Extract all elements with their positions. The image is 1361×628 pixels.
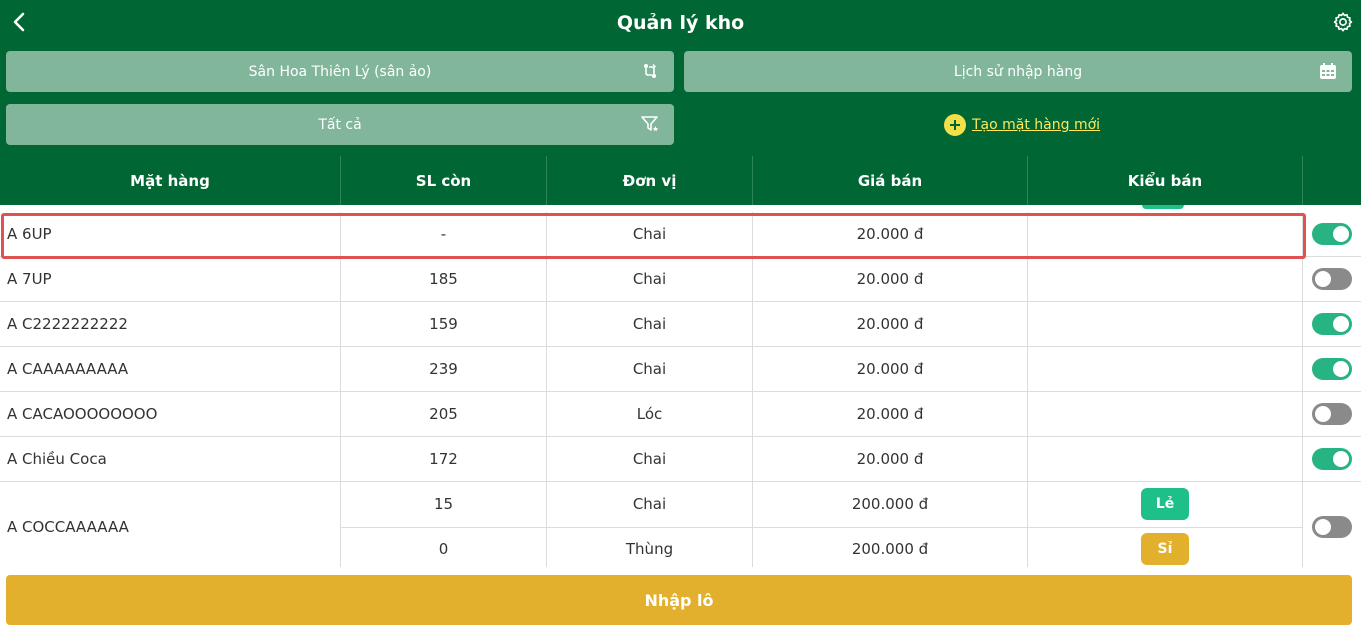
price-cell: 20.000 đ <box>753 392 1028 436</box>
active-toggle[interactable] <box>1312 358 1352 380</box>
sale-type-cell <box>1028 212 1303 256</box>
import-history-button[interactable]: Lịch sử nhập hàng <box>684 51 1352 92</box>
unit-cell: Chai <box>547 437 753 481</box>
scrolled-badge-fragment <box>1142 205 1184 209</box>
status-cell <box>1303 212 1361 256</box>
quantity-cell: 185 <box>341 257 547 301</box>
toggle-knob <box>1333 226 1349 242</box>
toggle-knob <box>1333 451 1349 467</box>
active-toggle[interactable] <box>1312 223 1352 245</box>
sale-type-cell: Lẻ <box>1028 482 1303 527</box>
table-row[interactable]: A Chiều Coca 172 Chai 20.000 đ <box>0 437 1361 482</box>
table-row[interactable]: A 7UP 185 Chai 20.000 đ <box>0 257 1361 302</box>
status-cell <box>1303 347 1361 391</box>
table-header: Mặt hàng SL còn Đơn vị Giá bán Kiểu bán <box>0 156 1361 205</box>
quantity-cell: 172 <box>341 437 547 481</box>
category-filter[interactable]: Tất cả <box>6 104 674 145</box>
sale-type-cell <box>1028 347 1303 391</box>
import-history-label: Lịch sử nhập hàng <box>953 63 1083 80</box>
unit-cell: Lóc <box>547 392 753 436</box>
item-name: A COCCAAAAAA <box>0 482 341 567</box>
table-row[interactable]: A CACAOOOOOOOO 205 Lóc 20.000 đ <box>0 392 1361 437</box>
unit-cell: Chai <box>547 257 753 301</box>
quantity-cell: 159 <box>341 302 547 346</box>
quantity-cell: 0 <box>341 527 547 567</box>
quantity-cell: 205 <box>341 392 547 436</box>
sale-type-badge-wholesale: Sỉ <box>1141 533 1189 566</box>
column-header-quantity: SL còn <box>341 156 547 205</box>
price-cell: 20.000 đ <box>753 212 1028 256</box>
create-item-button[interactable]: Tạo mặt hàng mới <box>944 113 1100 137</box>
settings-button[interactable] <box>1329 8 1357 36</box>
plus-circle-icon <box>944 114 966 136</box>
column-header-sale-type: Kiểu bán <box>1028 156 1303 205</box>
active-toggle[interactable] <box>1312 313 1352 335</box>
sale-type-cell <box>1028 302 1303 346</box>
status-cell <box>1303 302 1361 346</box>
import-batch-button[interactable]: Nhập lô <box>6 575 1352 625</box>
toggle-knob <box>1315 518 1331 535</box>
variant-list: 15 Chai 200.000 đ Lẻ 0 Thùng 200.000 đ S… <box>341 482 1303 567</box>
variant-row: 15 Chai 200.000 đ Lẻ <box>341 482 1303 527</box>
unit-cell: Chai <box>547 482 753 527</box>
gear-icon <box>1333 12 1353 32</box>
status-cell <box>1303 257 1361 301</box>
active-toggle[interactable] <box>1312 268 1352 290</box>
sale-type-cell <box>1028 392 1303 436</box>
page-title: Quản lý kho <box>616 12 745 34</box>
table-row[interactable]: A COCCAAAAAA 15 Chai 200.000 đ Lẻ 0 Thùn… <box>0 482 1361 567</box>
sale-type-cell <box>1028 437 1303 481</box>
item-name: A CACAOOOOOOOO <box>0 392 341 436</box>
price-cell: 200.000 đ <box>753 527 1028 567</box>
unit-cell: Chai <box>547 347 753 391</box>
price-cell: 20.000 đ <box>753 257 1028 301</box>
swap-icon <box>644 64 656 78</box>
item-name: A 7UP <box>0 257 341 301</box>
filter-icon <box>641 116 659 132</box>
table-row[interactable]: A C2222222222 159 Chai 20.000 đ <box>0 302 1361 347</box>
toggle-knob <box>1315 406 1331 422</box>
column-header-price: Giá bán <box>753 156 1028 205</box>
status-cell <box>1303 437 1361 481</box>
column-header-status <box>1303 156 1361 205</box>
sale-type-cell <box>1028 257 1303 301</box>
column-header-unit: Đơn vị <box>547 156 753 205</box>
sale-type-cell: Sỉ <box>1028 527 1303 567</box>
active-toggle[interactable] <box>1312 515 1352 538</box>
table-body[interactable]: A 6UP - Chai 20.000 đA 7UP 185 Chai 20.000 đA … <box>0 212 1361 567</box>
calendar-icon <box>1320 63 1336 79</box>
toggle-knob <box>1315 271 1331 287</box>
create-item-label: Tạo mặt hàng mới <box>972 117 1101 133</box>
item-name: A CAAAAAAAAA <box>0 347 341 391</box>
table-row[interactable]: A 6UP - Chai 20.000 đ <box>0 212 1361 257</box>
price-cell: 20.000 đ <box>753 437 1028 481</box>
toggle-knob <box>1333 316 1349 332</box>
price-cell: 200.000 đ <box>753 482 1028 527</box>
top-bar: Quản lý kho Sân Hoa Thiên Lý (sân ảo) Lị… <box>0 0 1361 156</box>
sale-type-badge-retail: Lẻ <box>1141 488 1189 521</box>
quantity-cell: 239 <box>341 347 547 391</box>
status-cell <box>1303 392 1361 436</box>
unit-cell: Chai <box>547 212 753 256</box>
status-cell <box>1303 482 1361 567</box>
column-header-item: Mặt hàng <box>0 156 341 205</box>
quantity-cell: 15 <box>341 482 547 527</box>
item-name: A 6UP <box>0 212 341 256</box>
store-selector-label: Sân Hoa Thiên Lý (sân ảo) <box>248 63 432 80</box>
active-toggle[interactable] <box>1312 448 1352 470</box>
price-cell: 20.000 đ <box>753 302 1028 346</box>
table-row[interactable]: A CAAAAAAAAA 239 Chai 20.000 đ <box>0 347 1361 392</box>
variant-row: 0 Thùng 200.000 đ Sỉ <box>341 526 1303 567</box>
store-selector[interactable]: Sân Hoa Thiên Lý (sân ảo) <box>6 51 674 92</box>
active-toggle[interactable] <box>1312 403 1352 425</box>
category-filter-label: Tất cả <box>318 116 362 133</box>
unit-cell: Thùng <box>547 527 753 567</box>
item-name: A Chiều Coca <box>0 437 341 481</box>
toggle-knob <box>1333 361 1349 377</box>
unit-cell: Chai <box>547 302 753 346</box>
quantity-cell: - <box>341 212 547 256</box>
price-cell: 20.000 đ <box>753 347 1028 391</box>
item-name: A C2222222222 <box>0 302 341 346</box>
